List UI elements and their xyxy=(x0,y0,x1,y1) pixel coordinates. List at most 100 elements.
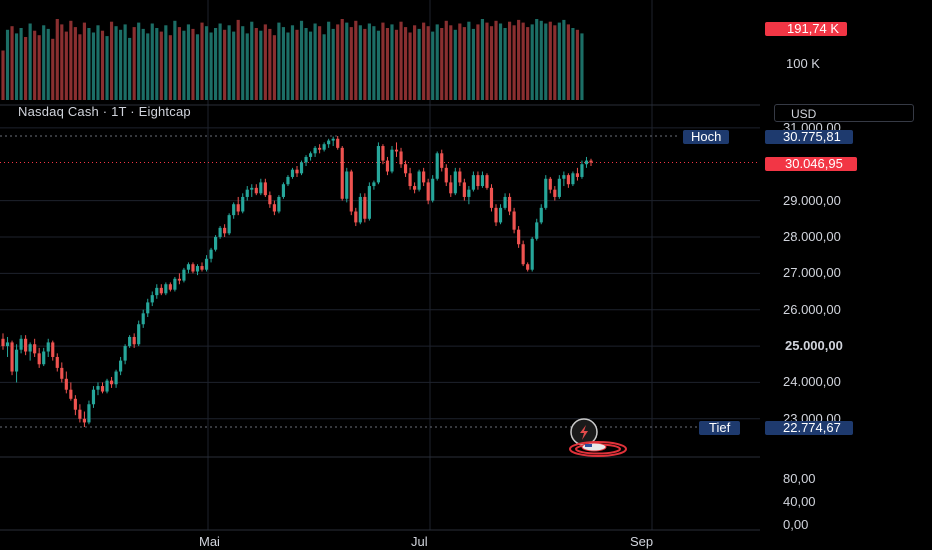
volume-bar xyxy=(444,20,448,100)
volume-bar xyxy=(5,29,10,100)
candle-body xyxy=(517,229,521,245)
volume-bar xyxy=(173,20,177,100)
volume-bar xyxy=(313,23,317,100)
candle-body xyxy=(186,264,191,270)
volume-bar xyxy=(268,28,272,100)
candle-body xyxy=(195,266,200,272)
volume-bar xyxy=(327,21,331,101)
candle-body xyxy=(91,389,96,405)
candle-body xyxy=(241,196,245,212)
candle-body xyxy=(64,378,68,390)
volume-bar xyxy=(96,25,100,100)
volume-current-tag: 191,74 K xyxy=(765,22,848,36)
candle-body xyxy=(51,342,55,357)
candle-body xyxy=(164,284,168,294)
candle-body xyxy=(575,173,580,177)
volume-bar xyxy=(14,33,19,100)
volume-bar xyxy=(539,20,543,100)
volume-bar xyxy=(494,20,498,100)
price-axis-tick: 25.000,00 xyxy=(785,338,843,354)
time-axis-label: Mai xyxy=(199,534,220,549)
candle-body xyxy=(1,338,5,347)
candle-body xyxy=(209,249,213,259)
volume-bar xyxy=(28,23,32,100)
volume-bar xyxy=(24,37,28,100)
candle-body xyxy=(37,353,41,365)
volume-bar xyxy=(431,31,435,101)
candle-body xyxy=(476,175,480,187)
candle-body xyxy=(182,269,186,281)
candle-body xyxy=(109,380,114,385)
candle-body xyxy=(60,367,64,379)
candle-body xyxy=(42,351,46,365)
volume-bar xyxy=(345,22,349,101)
price-axis-tick: 24.000,00 xyxy=(783,374,841,390)
candle-body xyxy=(254,187,258,194)
candle-body xyxy=(422,171,426,183)
event-markers[interactable] xyxy=(569,418,627,457)
candle-body xyxy=(299,162,304,174)
volume-bar xyxy=(250,21,254,101)
candle-body xyxy=(485,175,489,188)
candle-body xyxy=(46,342,50,352)
volume-bar xyxy=(87,28,91,100)
flag-us-icon[interactable] xyxy=(569,441,627,457)
price-axis-tick: 29.000,00 xyxy=(783,192,841,208)
volume-bar xyxy=(159,31,163,101)
candle-body xyxy=(146,302,150,314)
candle-body xyxy=(413,186,417,190)
candle-body xyxy=(327,140,331,145)
candle-body xyxy=(336,138,340,148)
volume-bar xyxy=(308,31,313,101)
volume-bar xyxy=(33,30,37,101)
volume-bar xyxy=(286,32,290,100)
low-label-tag: Tief xyxy=(699,421,741,435)
chart-grid xyxy=(0,0,760,531)
volume-bar xyxy=(480,19,485,100)
candle-body xyxy=(394,149,399,152)
symbol-title[interactable]: Nasdaq Cash · 1T · Eightcap xyxy=(18,104,191,119)
volume-bar xyxy=(440,28,444,100)
candle-body xyxy=(503,196,507,208)
candle-body xyxy=(539,207,543,223)
volume-bar xyxy=(232,31,236,101)
volume-bar xyxy=(566,24,570,100)
candle-body xyxy=(584,160,589,165)
candle-body xyxy=(354,211,358,223)
candle-body xyxy=(426,182,430,201)
candle-body xyxy=(290,169,295,177)
indicator-tick: 80,00 xyxy=(783,471,816,486)
candle-body xyxy=(530,238,534,270)
volume-bar xyxy=(449,25,453,100)
candle-body xyxy=(435,153,439,179)
candle-body xyxy=(417,171,421,190)
candle-body xyxy=(114,371,118,385)
candle-body xyxy=(512,211,516,230)
candle-body xyxy=(444,167,448,183)
volume-bar xyxy=(580,33,584,100)
volume-bar xyxy=(336,24,340,100)
volume-bar xyxy=(571,28,575,100)
time-axis-label: Sep xyxy=(630,534,654,549)
candle-body xyxy=(589,160,593,163)
candle-body xyxy=(358,196,362,223)
volume-bar xyxy=(123,24,127,100)
volume-bar xyxy=(498,23,503,100)
volume-bar xyxy=(200,22,204,101)
candle-body xyxy=(33,344,37,354)
candle-body xyxy=(349,171,353,212)
volume-bar xyxy=(562,19,566,100)
volume-bar xyxy=(526,27,530,101)
volume-bar xyxy=(82,22,86,101)
candle-body xyxy=(96,386,100,390)
candle-body xyxy=(480,175,485,187)
candle-body xyxy=(526,264,530,270)
candle-body xyxy=(155,287,159,296)
volume-bar xyxy=(73,27,77,101)
volume-bar xyxy=(367,23,371,100)
volume-bar xyxy=(318,26,322,101)
candle-body xyxy=(553,189,557,197)
volume-bar xyxy=(223,29,227,100)
candle-body xyxy=(562,175,566,179)
volume-bar xyxy=(575,29,580,100)
